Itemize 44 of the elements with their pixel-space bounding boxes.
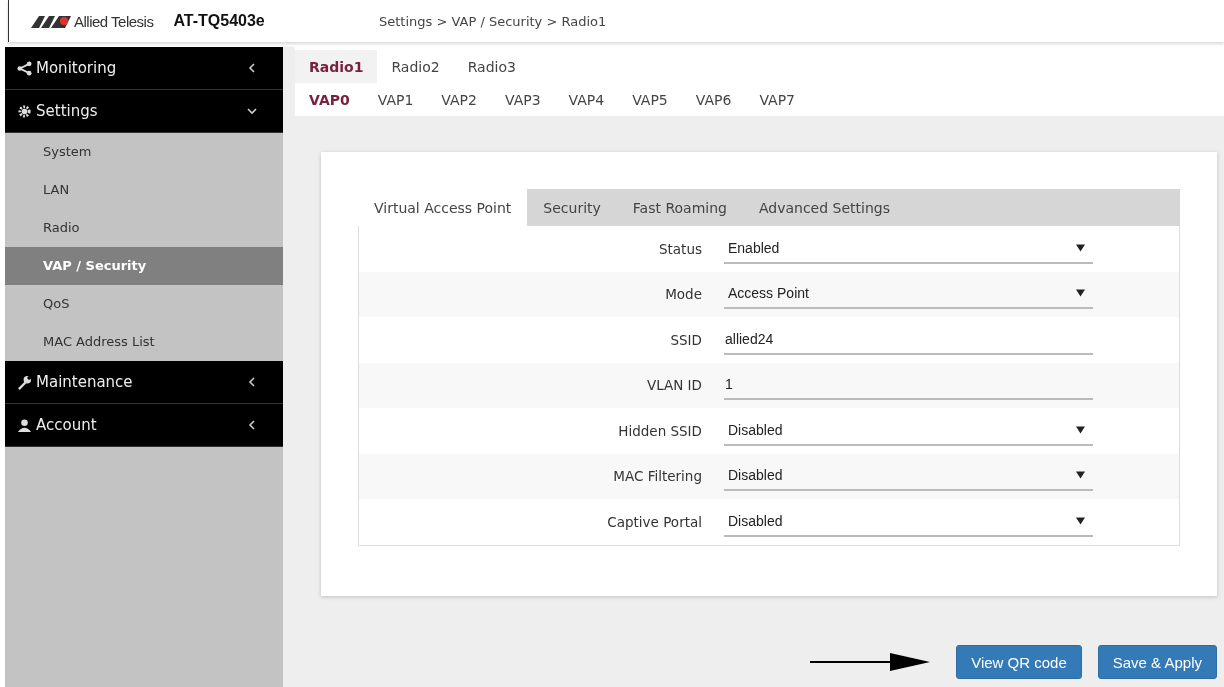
sidebar-section[interactable]: Settings xyxy=(5,90,283,133)
save-button[interactable]: Save & Apply xyxy=(1097,645,1217,679)
chevron-left-icon xyxy=(247,420,257,430)
breadcrumb: Settings > VAP / Security > Radio1 xyxy=(379,13,607,29)
form-tab[interactable]: Advanced Settings xyxy=(742,189,906,226)
device-model: AT-TQ5403e xyxy=(173,12,265,30)
form-tab[interactable]: Security xyxy=(527,189,617,226)
select-field[interactable]: Disabled xyxy=(724,506,1093,537)
user-icon xyxy=(17,417,32,433)
form-tab[interactable]: Fast Roaming xyxy=(616,189,743,226)
wrench-icon xyxy=(17,374,32,390)
input-field[interactable]: allied24 xyxy=(724,324,1093,355)
select-field[interactable]: Disabled xyxy=(724,461,1093,492)
chevron-left-icon xyxy=(247,377,257,387)
field-label: SSID xyxy=(669,331,703,348)
dropdown-caret-icon xyxy=(1076,243,1085,252)
field-label: Captive Portal xyxy=(606,513,703,530)
input-field[interactable]: 1 xyxy=(724,370,1093,401)
share-icon xyxy=(17,60,32,76)
field-label: Hidden SSID xyxy=(617,422,703,439)
sidebar-item[interactable]: VAP / Security xyxy=(5,247,283,285)
dropdown-caret-icon xyxy=(1076,471,1085,480)
select-field[interactable]: Disabled xyxy=(724,415,1093,446)
sidebar-section[interactable]: Maintenance xyxy=(5,361,283,404)
arrow-icon xyxy=(810,652,931,672)
sidebar-section[interactable]: Account xyxy=(5,404,283,447)
select-field[interactable]: Access Point xyxy=(724,279,1093,310)
brand-name: Allied Telesis xyxy=(74,12,154,30)
field-label: MAC Filtering xyxy=(612,468,703,485)
dropdown-caret-icon xyxy=(1076,289,1085,298)
chevron-left-icon xyxy=(247,63,257,73)
select-field[interactable]: Enabled xyxy=(724,233,1093,264)
dropdown-caret-icon xyxy=(1076,425,1085,434)
sidebar-section[interactable]: Monitoring xyxy=(5,47,283,90)
view-qr-button[interactable]: View QR code xyxy=(956,645,1082,679)
form-tab[interactable]: Virtual Access Point xyxy=(358,189,528,226)
gear-icon xyxy=(17,103,32,119)
radio-tab[interactable]: Radio1 xyxy=(295,50,378,83)
dropdown-caret-icon xyxy=(1076,516,1085,525)
chevron-down-icon xyxy=(247,106,257,116)
logo-icon xyxy=(31,14,71,28)
field-label: Status xyxy=(657,240,703,257)
field-label: Mode xyxy=(664,286,703,303)
field-label: VLAN ID xyxy=(645,377,703,394)
